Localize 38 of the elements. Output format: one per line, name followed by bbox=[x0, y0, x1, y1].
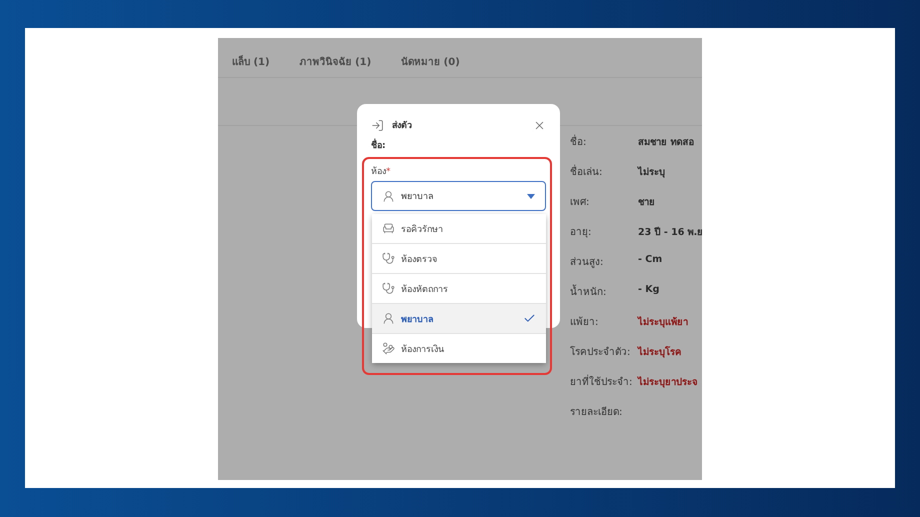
caret-icon bbox=[527, 194, 535, 198]
field-label: โรคประจำตัว: bbox=[570, 345, 632, 359]
field-label: อายุ: bbox=[570, 226, 592, 239]
name-label: ชื่อ: bbox=[371, 138, 546, 152]
armchair-icon bbox=[382, 222, 395, 235]
stethoscope-icon bbox=[382, 282, 395, 295]
field-label: ชื่อเล่น: bbox=[570, 164, 638, 179]
field-value: ไม่ระบุยาประจ bbox=[638, 375, 699, 389]
person-icon bbox=[382, 312, 395, 325]
field-label: ชื่อ: bbox=[570, 134, 638, 149]
dialog-title: ส่งตัว bbox=[392, 120, 413, 132]
menu-option[interactable]: ห้องตรวจ bbox=[372, 244, 546, 274]
stethoscope-icon bbox=[382, 252, 395, 265]
field-label: แพ้ยา: bbox=[570, 316, 600, 329]
field-label: ส่วนสูง: bbox=[570, 256, 604, 269]
field-value: ไม่ระบุโรค bbox=[638, 345, 682, 359]
field-value: ไม่ระบุ bbox=[638, 165, 666, 179]
menu-option[interactable]: รอคิวรักษา bbox=[372, 214, 546, 244]
hand-coin-icon bbox=[382, 342, 395, 355]
field-label: น้ำหนัก: bbox=[570, 284, 638, 299]
field-value: - Kg bbox=[638, 284, 660, 295]
menu-option[interactable]: ห้องการเงิน bbox=[372, 334, 546, 363]
tab[interactable]: ภาพวินิจฉัย (1) bbox=[300, 54, 372, 77]
field-label: รายละเอียด: bbox=[570, 406, 624, 419]
field-value: ชาย bbox=[638, 196, 656, 209]
field-value: 23 ปี - 16 พ.ย bbox=[638, 226, 704, 239]
field-value: ไม่ระบุแพ้ยา bbox=[638, 315, 689, 329]
field-label: ยาที่ใช้ประจำ: bbox=[570, 374, 638, 389]
tab[interactable]: นัดหมาย (0) bbox=[401, 54, 460, 77]
person-icon bbox=[382, 190, 395, 202]
field-value: - Cm bbox=[638, 254, 664, 265]
menu-option[interactable]: พยาบาล bbox=[372, 304, 546, 334]
field-label: ห้อง* bbox=[371, 166, 392, 178]
field-label: เพศ: bbox=[570, 196, 590, 209]
menu-option[interactable]: ห้องหัตถการ bbox=[372, 274, 546, 304]
field-value: สมชาย ทดสอ bbox=[638, 136, 696, 149]
login-icon bbox=[371, 118, 384, 132]
tab[interactable]: แล็บ (1) bbox=[232, 54, 270, 77]
